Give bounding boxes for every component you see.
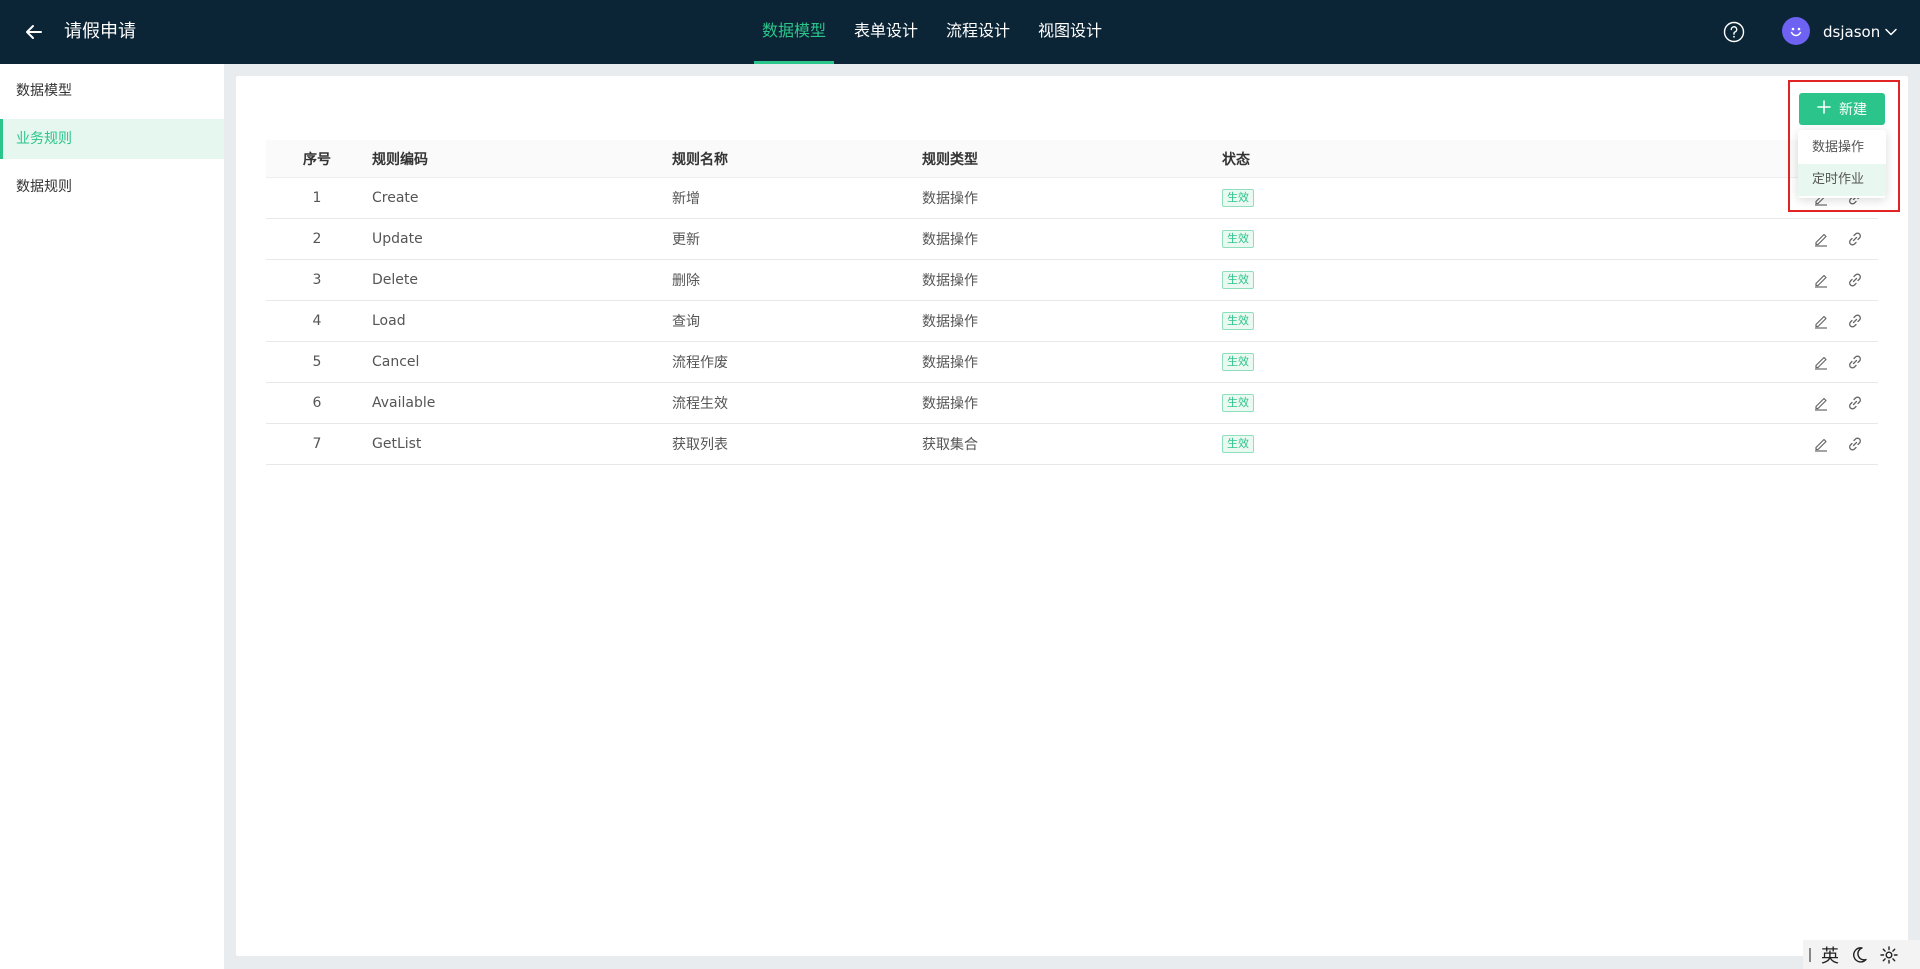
new-button[interactable]: 新建 [1799,93,1885,125]
table-row: 3 Delete 删除 数据操作 生效 [266,260,1878,301]
username[interactable]: dsjason [1823,20,1880,44]
row-name: 流程生效 [672,396,728,412]
table-row: 6 Available 流程生效 数据操作 生效 [266,383,1878,424]
row-index: 3 [312,272,322,288]
rules-table: 序号 规则编码 规则名称 规则类型 状态 1 Create 新增 数据操作 生效… [266,140,1878,465]
ime-mode-toggle[interactable]: 英 [1821,942,1839,968]
row-code: Load [372,313,406,329]
row-code: GetList [372,436,422,452]
row-name: 新增 [672,191,700,207]
link-icon[interactable] [1846,230,1864,248]
row-index: 4 [312,313,322,329]
link-icon[interactable] [1846,271,1864,289]
tab-data-model[interactable]: 数据模型 [754,0,835,64]
status-badge: 生效 [1222,435,1254,453]
col-header-name: 规则名称 [672,151,728,168]
status-badge: 生效 [1222,230,1254,248]
link-icon[interactable] [1846,353,1864,371]
menu-item-scheduled-job[interactable]: 定时作业 [1798,164,1886,196]
row-name: 查询 [672,314,700,330]
row-code: Delete [372,272,418,288]
tab-form-design[interactable]: 表单设计 [846,0,926,64]
row-type: 数据操作 [922,355,978,371]
col-header-code: 规则编码 [372,151,428,168]
new-button-label: 新建 [1839,102,1867,118]
row-type: 数据操作 [922,191,978,207]
row-index: 1 [312,190,322,206]
row-name: 删除 [672,273,700,289]
main-card: 序号 规则编码 规则名称 规则类型 状态 1 Create 新增 数据操作 生效… [236,76,1908,956]
table-row: 1 Create 新增 数据操作 生效 [266,178,1878,219]
row-index: 5 [312,354,322,370]
row-type: 数据操作 [922,273,978,289]
status-badge: 生效 [1222,353,1254,371]
chevron-down-icon[interactable] [1884,24,1898,38]
menu-item-data-operation[interactable]: 数据操作 [1798,132,1886,164]
row-index: 6 [312,395,322,411]
help-icon[interactable] [1722,20,1746,44]
avatar[interactable] [1782,17,1810,45]
row-name: 流程作废 [672,355,728,371]
gear-icon[interactable] [1879,945,1899,965]
sidebar-item-business-rules[interactable]: 业务规则 [0,119,224,159]
table-row: 4 Load 查询 数据操作 生效 [266,301,1878,342]
table-row: 5 Cancel 流程作废 数据操作 生效 [266,342,1878,383]
row-code: Available [372,395,436,411]
new-dropdown-menu: 数据操作 定时作业 [1798,130,1886,198]
edit-icon[interactable] [1812,353,1830,371]
edit-icon[interactable] [1812,230,1830,248]
row-type: 数据操作 [922,314,978,330]
row-code: Cancel [372,354,420,370]
table-row: 7 GetList 获取列表 获取集合 生效 [266,424,1878,465]
sidebar: 数据模型 业务规则 数据规则 [0,64,224,969]
col-header-index: 序号 [303,151,331,168]
row-code: Create [372,190,419,206]
table-row: 2 Update 更新 数据操作 生效 [266,219,1878,260]
moon-icon[interactable] [1849,945,1869,965]
status-badge: 生效 [1222,271,1254,289]
col-header-status: 状态 [1222,151,1250,168]
table-header: 序号 规则编码 规则名称 规则类型 状态 [266,140,1878,178]
drag-handle[interactable] [1809,947,1811,962]
top-bar: 请假申请 数据模型 表单设计 流程设计 视图设计 dsjason [0,0,1920,64]
link-icon[interactable] [1846,435,1864,453]
edit-icon[interactable] [1812,394,1830,412]
row-name: 更新 [672,232,700,248]
link-icon[interactable] [1846,312,1864,330]
edit-icon[interactable] [1812,271,1830,289]
sidebar-item-data-rules[interactable]: 数据规则 [0,167,224,207]
tab-view-design[interactable]: 视图设计 [1030,0,1110,64]
row-type: 数据操作 [922,396,978,412]
row-code: Update [372,231,423,247]
sidebar-item-data-model[interactable]: 数据模型 [0,71,224,111]
row-type: 获取集合 [922,437,978,453]
status-badge: 生效 [1222,312,1254,330]
row-index: 2 [312,231,322,247]
status-badge: 生效 [1222,394,1254,412]
plus-icon [1817,100,1831,118]
top-nav-tabs: 数据模型 表单设计 流程设计 视图设计 [748,0,1116,64]
floating-toolbar: 英 [1803,940,1920,969]
row-name: 获取列表 [672,437,728,453]
back-arrow-icon[interactable] [20,18,48,46]
status-badge: 生效 [1222,189,1254,207]
col-header-type: 规则类型 [922,151,978,168]
edit-icon[interactable] [1812,312,1830,330]
link-icon[interactable] [1846,394,1864,412]
row-type: 数据操作 [922,232,978,248]
app-title: 请假申请 [64,21,136,42]
edit-icon[interactable] [1812,435,1830,453]
tab-flow-design[interactable]: 流程设计 [938,0,1018,64]
row-index: 7 [312,436,322,452]
